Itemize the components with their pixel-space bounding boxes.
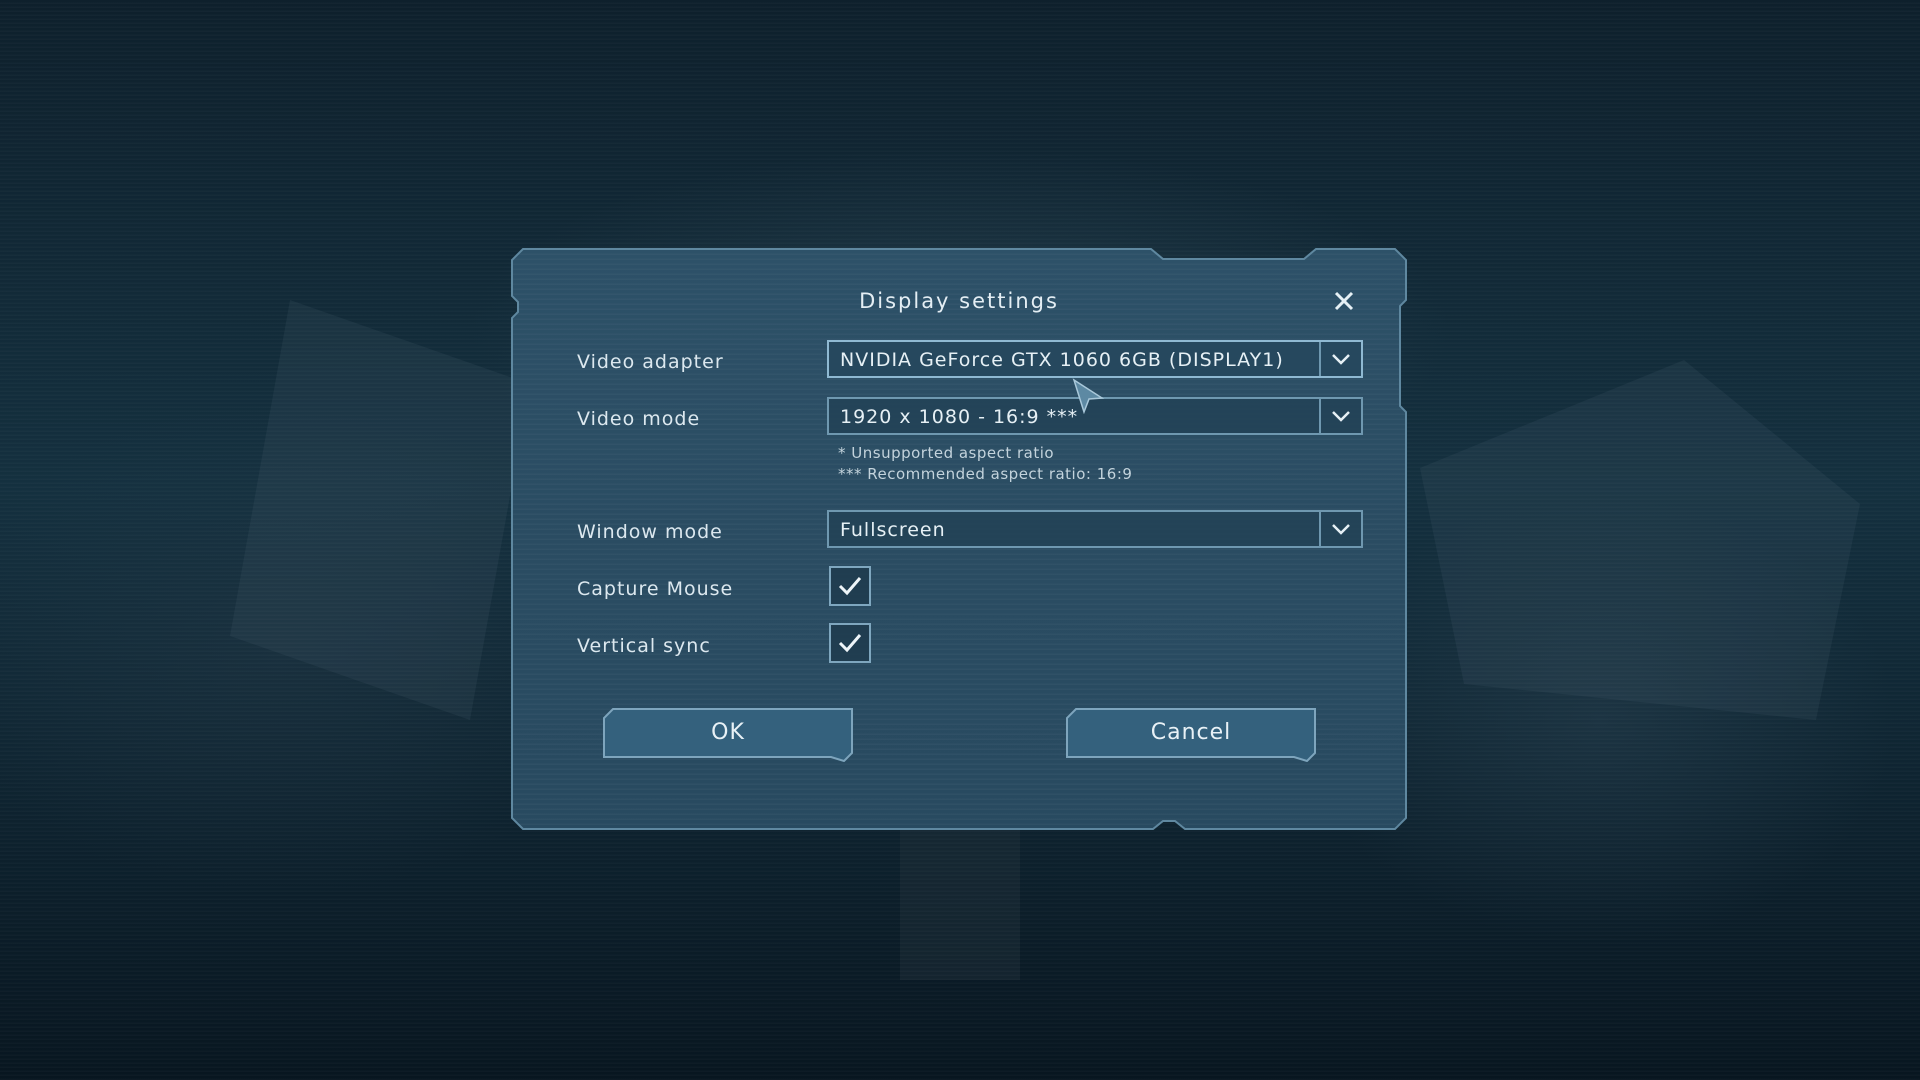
checkmark-icon (838, 577, 862, 596)
cancel-button[interactable]: Cancel (1066, 708, 1316, 762)
background-ship-silhouette (230, 300, 530, 720)
vertical-sync-label: Vertical sync (577, 635, 711, 657)
capture-mouse-checkbox[interactable] (829, 566, 871, 606)
video-mode-dropdown[interactable]: 1920 x 1080 - 16:9 *** (827, 397, 1363, 435)
chevron-down-icon[interactable] (1319, 342, 1361, 376)
ok-button[interactable]: OK (603, 708, 853, 762)
video-mode-value: 1920 x 1080 - 16:9 *** (840, 406, 1079, 428)
video-adapter-value: NVIDIA GeForce GTX 1060 6GB (DISPLAY1) (840, 349, 1284, 371)
video-adapter-label: Video adapter (577, 351, 724, 373)
video-adapter-dropdown[interactable]: NVIDIA GeForce GTX 1060 6GB (DISPLAY1) (827, 340, 1363, 378)
close-icon (1334, 291, 1354, 311)
ok-button-label: OK (711, 720, 745, 745)
chevron-down-icon[interactable] (1319, 512, 1361, 546)
vertical-sync-checkbox[interactable] (829, 623, 871, 663)
cancel-button-label: Cancel (1150, 720, 1232, 745)
capture-mouse-label: Capture Mouse (577, 578, 734, 600)
display-settings-dialog: Display settings Video adapter NVIDIA Ge… (511, 248, 1407, 830)
recommended-aspect-note: *** Recommended aspect ratio: 16:9 (838, 465, 1133, 483)
unsupported-aspect-note: * Unsupported aspect ratio (838, 444, 1055, 462)
chevron-down-icon[interactable] (1319, 399, 1361, 433)
video-mode-label: Video mode (577, 408, 701, 430)
background-structure (1420, 360, 1860, 720)
close-button[interactable] (1331, 288, 1357, 314)
background-figure (900, 820, 1020, 980)
dialog-title: Display settings (859, 289, 1059, 313)
window-mode-value: Fullscreen (840, 519, 946, 541)
window-mode-dropdown[interactable]: Fullscreen (827, 510, 1363, 548)
checkmark-icon (838, 634, 862, 653)
window-mode-label: Window mode (577, 521, 723, 543)
